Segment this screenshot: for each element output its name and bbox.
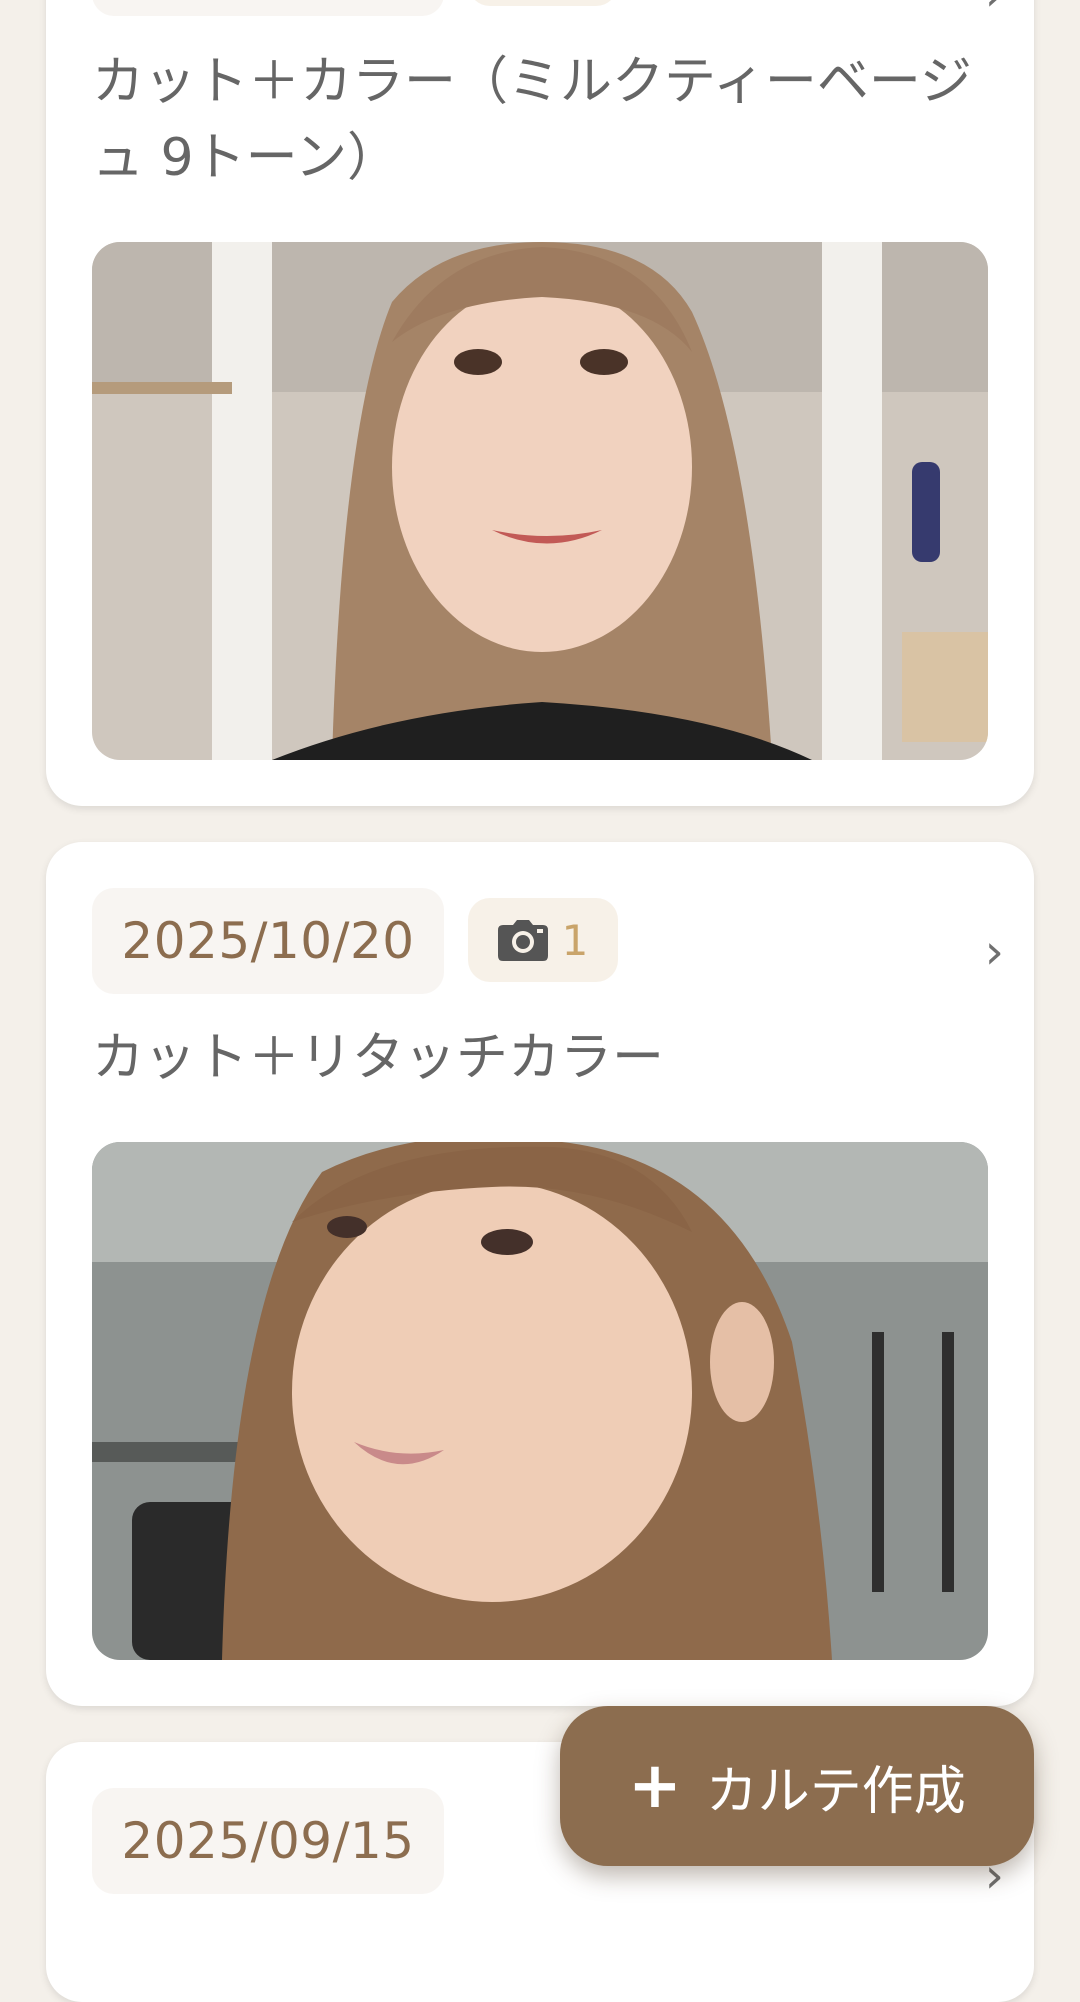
photo-count-chip <box>468 0 618 6</box>
date-chip: 2025/10/20 <box>92 888 444 994</box>
record-title: カット＋リタッチカラー <box>92 1028 665 1088</box>
photo-count: 1 <box>561 915 589 965</box>
photo-count-chip: 1 <box>468 898 618 982</box>
chevron-right-icon: › <box>985 0 1004 18</box>
create-chart-label: カルテ作成 <box>705 1761 966 1822</box>
portrait-photo-side <box>92 1142 988 1660</box>
date-chip <box>92 0 444 16</box>
record-card[interactable]: › カット＋カラー（ミルクティーベージュ 9トーン） <box>46 0 1034 806</box>
record-photo[interactable] <box>92 242 988 760</box>
camera-icon <box>497 920 548 961</box>
date-chip: 2025/09/15 <box>92 1788 444 1894</box>
create-chart-button[interactable]: + カルテ作成 <box>560 1706 1034 1866</box>
portrait-photo-front <box>92 242 988 760</box>
record-card[interactable]: 2025/10/20 1 › カット＋リタッチカラー <box>46 842 1034 1706</box>
plus-icon: + <box>628 1749 682 1823</box>
record-title: カット＋カラー（ミルクティーベージュ 9トーン） <box>92 52 972 188</box>
chevron-right-icon: › <box>984 924 1004 980</box>
record-photo[interactable] <box>92 1142 988 1660</box>
